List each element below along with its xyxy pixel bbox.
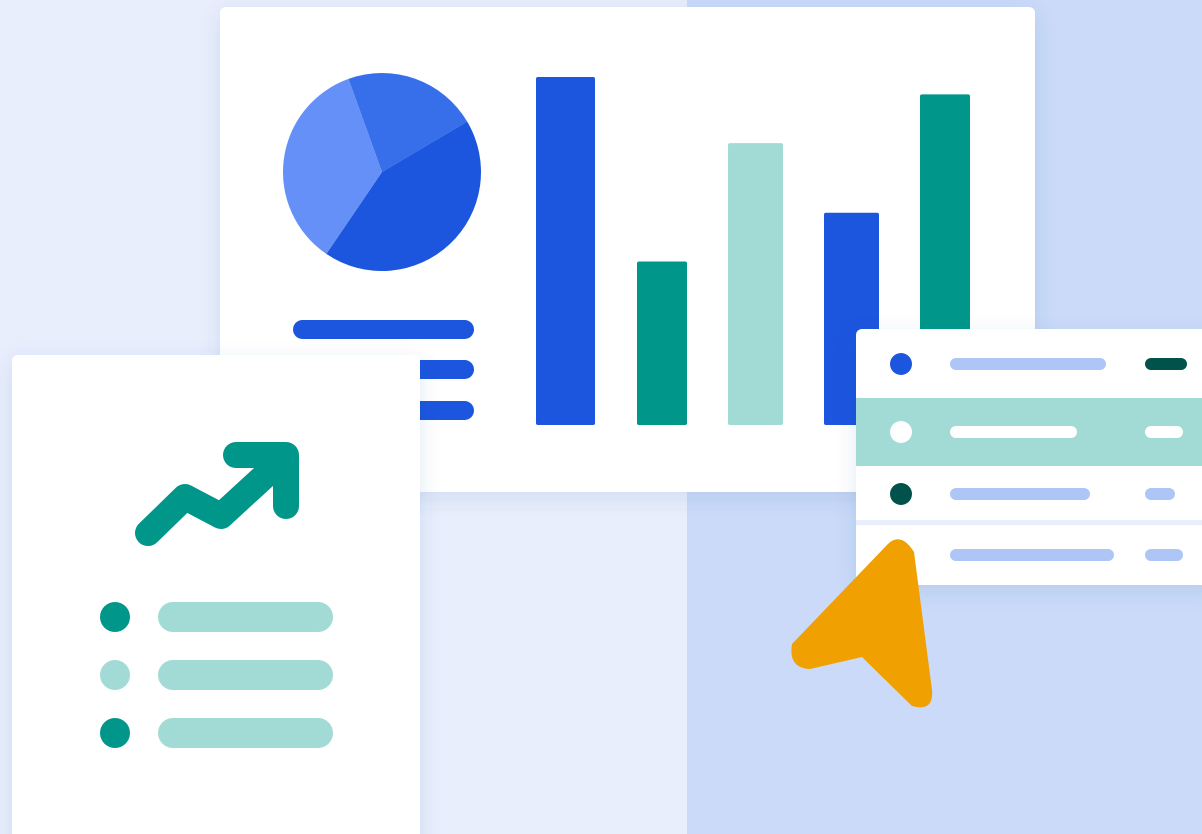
row-value-pill	[1145, 426, 1183, 438]
report-item-line	[158, 660, 333, 690]
row-text-line	[950, 358, 1106, 370]
report-item-dot	[100, 602, 130, 632]
report-item-line	[158, 718, 333, 748]
row-divider	[856, 520, 1202, 525]
row-text-line	[950, 488, 1090, 500]
report-card	[12, 355, 420, 834]
row-dot	[890, 421, 912, 443]
row-value-pill	[1145, 488, 1175, 500]
row-text-line	[950, 426, 1077, 438]
legend-line	[293, 320, 474, 339]
list-row	[856, 398, 1202, 466]
bar	[536, 77, 595, 425]
bar	[637, 261, 687, 425]
report-item-line	[158, 602, 333, 632]
row-value-pill	[1145, 549, 1183, 561]
report-item-dot	[100, 718, 130, 748]
row-text-line	[950, 549, 1114, 561]
row-dot	[890, 483, 912, 505]
row-dot	[890, 353, 912, 375]
bar	[728, 143, 783, 425]
row-value-pill	[1145, 358, 1187, 370]
report-item-dot	[100, 660, 130, 690]
pie-chart	[283, 73, 482, 272]
illustration-canvas	[0, 0, 1202, 834]
